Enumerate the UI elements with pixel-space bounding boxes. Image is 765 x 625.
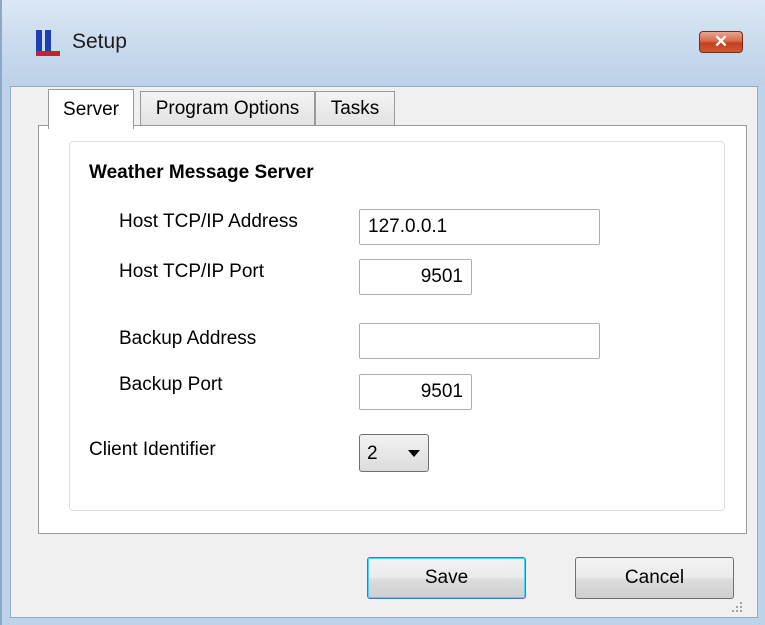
save-button-label: Save xyxy=(424,567,469,588)
backup-address-label: Backup Address xyxy=(119,328,257,349)
client-id-label: Client Identifier xyxy=(89,439,216,460)
tab-server-label: Server xyxy=(63,98,119,120)
host-address-label: Host TCP/IP Address xyxy=(119,211,298,232)
server-tab-panel: Weather Message Server Host TCP/IP Addre… xyxy=(38,125,747,534)
cancel-button-label: Cancel xyxy=(624,567,685,588)
close-icon: ✕ xyxy=(713,32,729,51)
group-title: Weather Message Server xyxy=(89,162,314,183)
client-id-dropdown[interactable]: 2 xyxy=(359,434,429,472)
backup-port-input[interactable] xyxy=(359,374,472,410)
host-address-input[interactable] xyxy=(359,209,600,245)
host-port-label: Host TCP/IP Port xyxy=(119,261,265,282)
app-logo-icon xyxy=(36,30,60,56)
title-bar[interactable]: Setup ✕ xyxy=(2,0,765,86)
cancel-button[interactable]: Cancel xyxy=(575,557,734,599)
save-button[interactable]: Save xyxy=(367,557,526,599)
window-title: Setup xyxy=(72,30,127,53)
resize-grip-icon[interactable] xyxy=(730,600,744,614)
chevron-down-icon xyxy=(408,450,420,457)
tab-tasks-label: Tasks xyxy=(330,97,380,119)
backup-address-input[interactable] xyxy=(359,323,600,359)
tab-program-options-label: Program Options xyxy=(155,97,300,119)
tab-tasks[interactable]: Tasks xyxy=(315,91,395,125)
client-id-value: 2 xyxy=(367,443,378,464)
backup-port-label: Backup Port xyxy=(119,374,223,395)
host-port-input[interactable] xyxy=(359,259,472,295)
setup-window: Setup ✕ Server Program Options Tasks Wea… xyxy=(0,0,765,625)
close-button[interactable]: ✕ xyxy=(699,31,743,53)
tab-program-options[interactable]: Program Options xyxy=(140,91,315,125)
tab-server[interactable]: Server xyxy=(48,89,134,129)
